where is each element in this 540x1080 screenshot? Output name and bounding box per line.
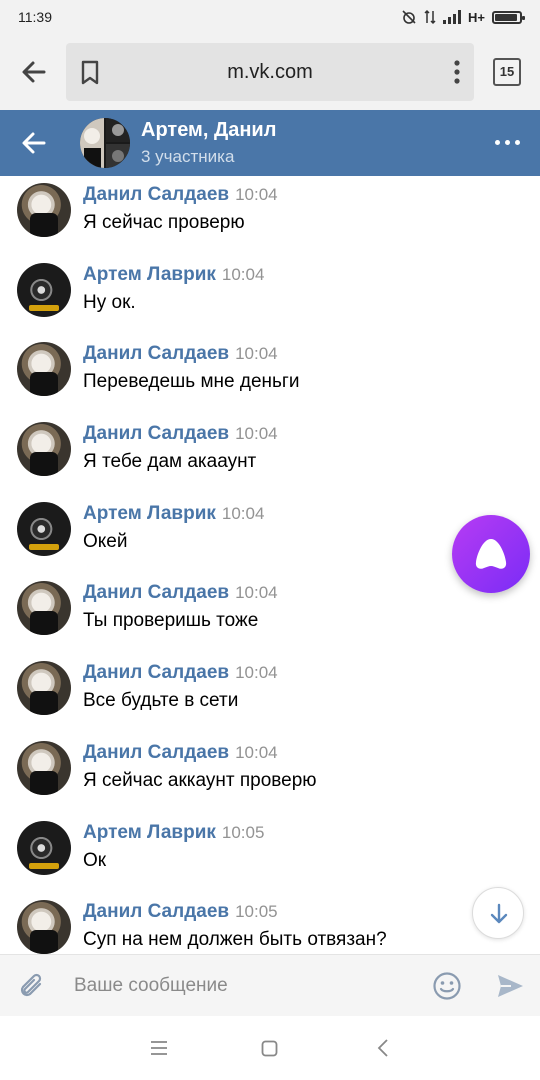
- avatar[interactable]: [17, 342, 71, 397]
- status-icons: H+: [401, 9, 525, 25]
- author-name[interactable]: Данил Салдаев: [83, 742, 229, 763]
- alice-button[interactable]: [452, 515, 530, 593]
- group-avatar-icon: [80, 118, 130, 168]
- more-vert-icon[interactable]: [452, 59, 462, 85]
- chat-avatar[interactable]: [80, 118, 130, 168]
- message-item[interactable]: Артем Лаврик 10:04 Ну ок.: [0, 256, 540, 336]
- avatar[interactable]: [17, 740, 71, 795]
- message-item[interactable]: Данил Салдаев 10:04 Все будьте в сети: [0, 654, 540, 734]
- author-name[interactable]: Данил Салдаев: [83, 343, 229, 364]
- message-time: 10:04: [221, 264, 265, 284]
- battery-level: [495, 13, 517, 21]
- message-time: 10:04: [235, 663, 278, 683]
- message-time: 10:04: [235, 583, 278, 603]
- status-time: 11:39: [18, 9, 52, 25]
- message-text: Я сейчас аккаунт проверю: [83, 769, 317, 791]
- message-time: 10:04: [235, 424, 278, 444]
- message-text: Я сейчас проверю: [83, 212, 245, 233]
- message-item[interactable]: Данил Салдаев 10:04 Я сейчас проверю: [0, 176, 540, 256]
- tabs-icon[interactable]: 15: [493, 58, 521, 86]
- smile-icon[interactable]: [432, 971, 462, 1001]
- message-time: 10:05: [235, 902, 278, 922]
- author-name[interactable]: Артем Лаврик: [83, 822, 216, 843]
- battery-icon: [492, 10, 525, 24]
- message-composer: [0, 954, 540, 1016]
- message-item[interactable]: Артем Лаврик 10:05 Ок: [0, 814, 540, 894]
- nav-back-icon[interactable]: [376, 1038, 390, 1058]
- author-name[interactable]: Данил Салдаев: [83, 662, 229, 683]
- avatar[interactable]: [17, 183, 71, 237]
- message-text: Переведешь мне деньги: [83, 371, 300, 393]
- message-text: Ты проверишь тоже: [83, 610, 259, 632]
- avatar[interactable]: [17, 262, 71, 317]
- message-time: 10:04: [235, 742, 278, 762]
- message-text: Суп на нем должен быть отвязан?: [83, 929, 387, 951]
- message-header: Данил Салдаев 10:04: [83, 662, 278, 684]
- system-nav-bar: [0, 1016, 540, 1080]
- alarm-off-icon: [402, 10, 416, 24]
- message-text: Окей: [83, 530, 128, 552]
- chat-header: Артем, Данил 3 участника: [0, 110, 540, 176]
- author-name[interactable]: Данил Салдаев: [83, 184, 229, 205]
- author-name[interactable]: Данил Салдаев: [83, 423, 229, 444]
- message-header: Данил Салдаев 10:04: [83, 742, 278, 764]
- signal-icon: [443, 10, 462, 24]
- avatar[interactable]: [17, 501, 71, 556]
- avatar[interactable]: [17, 900, 71, 954]
- message-header: Артем Лаврик 10:04: [83, 264, 264, 286]
- nav-menu-icon[interactable]: [150, 1040, 168, 1056]
- message-header: Артем Лаврик 10:04: [83, 503, 264, 525]
- paperclip-icon[interactable]: [16, 971, 48, 1003]
- avatar[interactable]: [17, 661, 71, 716]
- more-horiz-icon[interactable]: [495, 140, 520, 145]
- author-name[interactable]: Данил Салдаев: [83, 901, 229, 922]
- back-arrow-icon[interactable]: [18, 127, 50, 159]
- message-header: Данил Салдаев 10:05: [83, 901, 278, 923]
- avatar[interactable]: [17, 820, 71, 875]
- message-item[interactable]: Данил Салдаев 10:04 Переведешь мне деньги: [0, 335, 540, 415]
- avatar[interactable]: [17, 422, 71, 477]
- message-header: Артем Лаврик 10:05: [83, 822, 264, 844]
- url-text[interactable]: m.vk.com: [66, 61, 474, 84]
- message-header: Данил Салдаев 10:04: [83, 343, 278, 365]
- network-type: H+: [468, 9, 485, 25]
- nav-home-icon[interactable]: [261, 1040, 278, 1057]
- author-name[interactable]: Данил Салдаев: [83, 582, 229, 603]
- message-header: Данил Салдаев 10:04: [83, 423, 278, 445]
- author-name[interactable]: Артем Лаврик: [83, 264, 216, 285]
- message-text: Ок: [83, 849, 107, 871]
- scroll-down-icon: [490, 903, 508, 924]
- message-time: 10:04: [235, 185, 278, 204]
- browser-toolbar: m.vk.com 15: [0, 34, 540, 110]
- status-bar: 11:39 H+: [0, 0, 540, 34]
- message-item[interactable]: Данил Салдаев 10:05 Суп на нем должен быть…: [0, 893, 540, 954]
- message-item[interactable]: Данил Салдаев 10:04 Я сейчас аккаунт прове…: [0, 734, 540, 814]
- message-header: Данил Салдаев 10:04: [83, 184, 278, 206]
- author-name[interactable]: Артем Лаврик: [83, 503, 216, 524]
- message-text: Я тебе дам акааунт: [83, 451, 257, 473]
- alice-icon: [475, 539, 507, 569]
- message-header: Данил Салдаев 10:04: [83, 582, 278, 604]
- message-time: 10:04: [221, 503, 265, 523]
- back-arrow-icon[interactable]: [16, 54, 52, 90]
- chat-title[interactable]: Артем, Данил: [141, 119, 276, 142]
- address-bar[interactable]: m.vk.com: [66, 43, 474, 101]
- message-input[interactable]: [66, 965, 416, 1007]
- message-time: 10:04: [235, 344, 278, 364]
- send-icon[interactable]: [495, 971, 525, 1001]
- message-item[interactable]: Данил Салдаев 10:04 Я тебе дам акааунт: [0, 415, 540, 495]
- scroll-down-button[interactable]: [472, 887, 524, 939]
- message-time: 10:05: [221, 822, 265, 842]
- message-text: Все будьте в сети: [83, 690, 239, 712]
- data-transfer-icon: [424, 9, 436, 25]
- message-text: Ну ок.: [83, 291, 136, 313]
- avatar[interactable]: [17, 581, 71, 636]
- chat-subtitle[interactable]: 3 участника: [141, 147, 234, 167]
